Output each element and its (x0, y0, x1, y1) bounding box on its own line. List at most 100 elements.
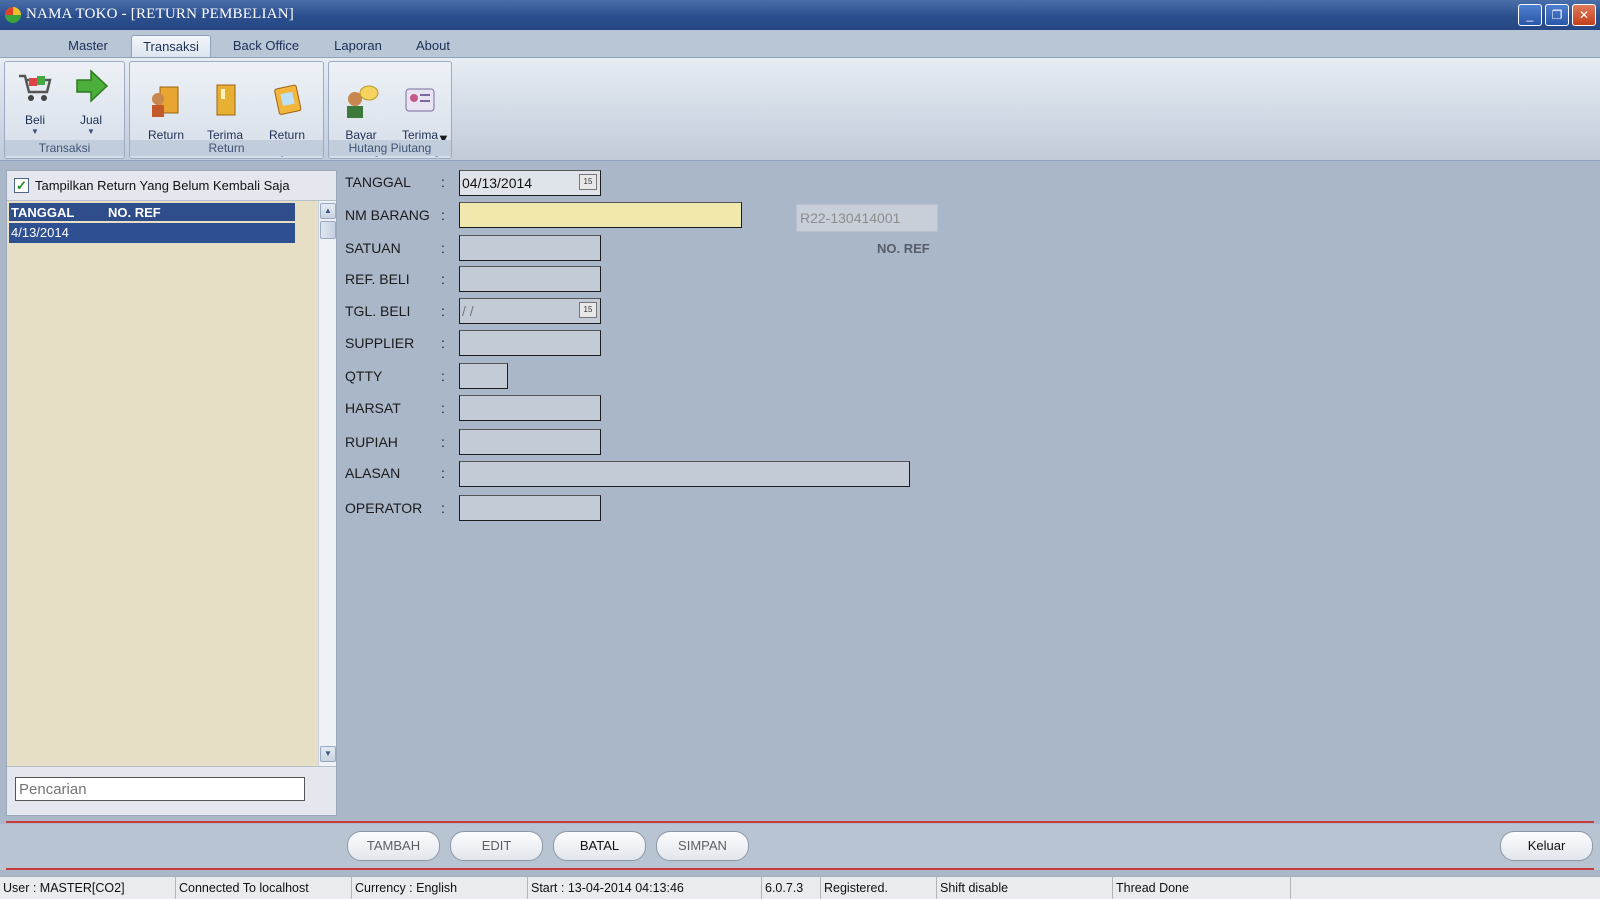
colon: : (441, 271, 445, 287)
scroll-thumb[interactable] (320, 221, 336, 239)
dropdown-arrow-icon: ▼ (87, 127, 95, 136)
rupiah-input[interactable] (459, 429, 601, 455)
status-version: 6.0.7.3 (762, 877, 821, 899)
batal-button[interactable]: BATAL (553, 831, 646, 861)
return-list: TANGGAL NO. REF 4/13/2014 (7, 201, 318, 766)
keluar-button[interactable]: Keluar (1500, 831, 1593, 861)
satuan-input[interactable] (459, 235, 601, 261)
window-title: NAMA TOKO - [RETURN PEMBELIAN] (26, 6, 294, 22)
edit-button[interactable]: EDIT (450, 831, 543, 861)
receivable-icon (405, 88, 435, 112)
calendar-icon[interactable]: 15 (579, 174, 597, 190)
return-purchase-icon (152, 86, 179, 117)
operator-input[interactable] (459, 495, 601, 521)
beli-label: Beli (24, 113, 45, 127)
nm-barang-input[interactable] (459, 202, 742, 228)
action-bar (0, 824, 1600, 870)
title-bar: NAMA TOKO - [RETURN PEMBELIAN] _ ❐ ✕ (0, 0, 1600, 30)
return-pembelian-button[interactable]: Return Pembelian (134, 66, 198, 173)
divider-line (6, 868, 1594, 870)
tab-master[interactable]: Master (56, 35, 120, 57)
return-sale-icon (274, 84, 302, 115)
minimize-button[interactable]: _ (1518, 4, 1542, 26)
colon: : (441, 500, 445, 516)
tab-back-office[interactable]: Back Office (224, 35, 308, 57)
colon: : (441, 434, 445, 450)
colon: : (441, 465, 445, 481)
label-operator: OPERATOR (345, 500, 423, 516)
colon: : (441, 368, 445, 384)
green-arrow-icon (76, 69, 109, 103)
colon: : (441, 174, 445, 190)
search-area (7, 766, 336, 815)
pay-debt-icon (347, 85, 379, 118)
label-satuan: SATUAN (345, 240, 401, 256)
status-start-time: Start : 13-04-2014 04:13:46 (528, 877, 762, 899)
status-user: User : MASTER[CO2] (0, 877, 176, 899)
label-supplier: SUPPLIER (345, 335, 415, 351)
label-nm-barang: NM BARANG (345, 207, 430, 223)
app-logo-icon (5, 7, 21, 23)
group-label-return: Return (130, 140, 323, 156)
filter-row: ✓ Tampilkan Return Yang Belum Kembali Sa… (7, 171, 336, 201)
jual-button[interactable]: Jual ▼ (67, 66, 115, 136)
supplier-input[interactable] (459, 330, 601, 356)
no-ref-label: NO. REF (877, 241, 930, 256)
scroll-up-icon[interactable]: ▲ (320, 203, 336, 219)
tanggal-value: 04/13/2014 (462, 175, 533, 191)
tanggal-date-field[interactable]: 04/13/2014 15 (459, 170, 601, 196)
calendar-icon[interactable]: 15 (579, 302, 597, 318)
status-shift: Shift disable (937, 877, 1113, 899)
ribbon: Beli ▼ Jual ▼ Transaksi Return Pembelian (0, 57, 1600, 161)
ribbon-group-return: Return Pembelian Terima Return Return Pe… (129, 61, 324, 159)
close-button[interactable]: ✕ (1572, 4, 1596, 26)
beli-button[interactable]: Beli ▼ (11, 66, 59, 136)
search-input[interactable] (15, 777, 305, 801)
label-ref-beli: REF. BELI (345, 271, 410, 287)
list-row[interactable]: 4/13/2014 (9, 223, 295, 243)
status-bar: User : MASTER[CO2] Connected To localhos… (0, 876, 1600, 899)
alasan-input[interactable] (459, 461, 910, 487)
column-header-no-ref[interactable]: NO. REF (108, 205, 161, 220)
label-qtty: QTTY (345, 368, 383, 384)
tab-about[interactable]: About (406, 35, 460, 57)
tgl-beli-date-field[interactable]: / / 15 (459, 298, 601, 324)
colon: : (441, 207, 445, 223)
label-alasan: ALASAN (345, 465, 401, 481)
divider-line (6, 821, 1594, 823)
filter-checkbox-label: Tampilkan Return Yang Belum Kembali Saja (35, 178, 290, 193)
scroll-down-icon[interactable]: ▼ (320, 746, 336, 762)
harsat-input[interactable] (459, 395, 601, 421)
label-rupiah: RUPIAH (345, 434, 398, 450)
tambah-button[interactable]: TAMBAH (347, 831, 440, 861)
colon: : (441, 400, 445, 416)
label-harsat: HARSAT (345, 400, 401, 416)
status-currency: Currency : English (352, 877, 528, 899)
ref-beli-input[interactable] (459, 266, 601, 292)
terima-piutang-button[interactable]: Terima Piutang (391, 66, 449, 173)
tgl-beli-value: / / (462, 303, 474, 319)
filter-checkbox[interactable]: ✓ (14, 178, 29, 193)
ribbon-tab-bar: Master Transaksi Back Office Laporan Abo… (0, 30, 1600, 57)
ribbon-group-transaksi: Beli ▼ Jual ▼ Transaksi (4, 61, 125, 159)
qtty-input[interactable] (459, 363, 508, 389)
terima-return-button[interactable]: Terima Return (200, 66, 250, 173)
restore-button[interactable]: ❐ (1545, 4, 1569, 26)
list-scrollbar[interactable]: ▲ ▼ (318, 201, 336, 766)
bayar-hutang-button[interactable]: Bayar Hutang (333, 66, 389, 173)
jual-label: Jual (79, 113, 102, 127)
ribbon-group-hutang-piutang: Bayar Hutang Terima Piutang ▼ Hutang Piu… (328, 61, 452, 159)
no-ref-field: R22-130414001 (796, 204, 938, 232)
list-header: TANGGAL NO. REF (9, 203, 295, 221)
label-tanggal: TANGGAL (345, 174, 411, 190)
tab-laporan[interactable]: Laporan (326, 35, 390, 57)
return-penjualan-button[interactable]: Return Penjualan (254, 66, 320, 173)
cart-icon (19, 74, 52, 101)
group-label-hutang-piutang: Hutang Piutang (329, 140, 451, 156)
tab-transaksi[interactable]: Transaksi (131, 35, 211, 57)
label-tgl-beli: TGL. BELI (345, 303, 411, 319)
colon: : (441, 335, 445, 351)
colon: : (441, 303, 445, 319)
simpan-button[interactable]: SIMPAN (656, 831, 749, 861)
column-header-tanggal[interactable]: TANGGAL (11, 205, 74, 220)
